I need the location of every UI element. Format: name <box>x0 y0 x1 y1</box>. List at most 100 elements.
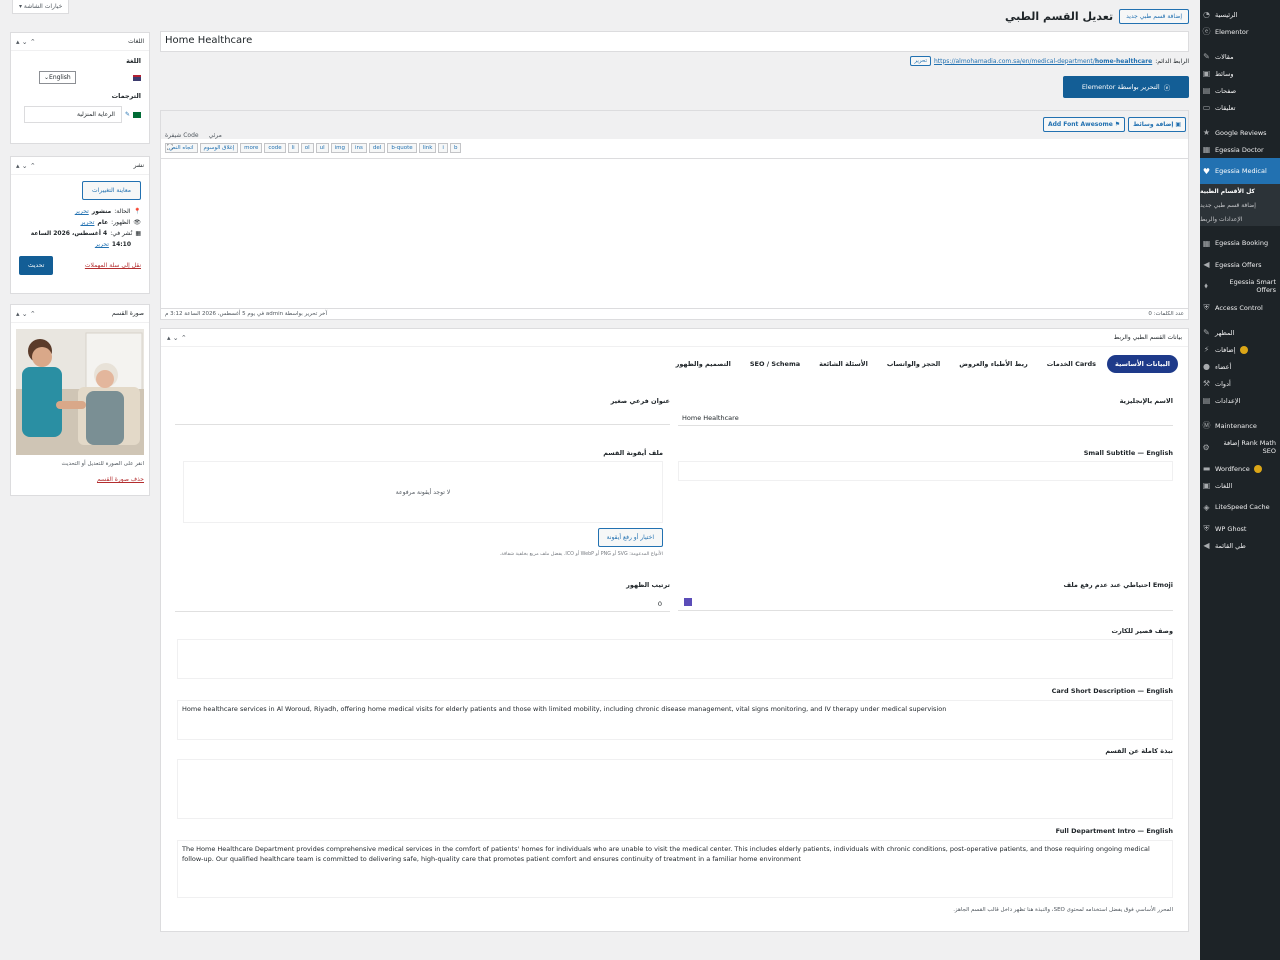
sidebar-item-litespeed[interactable]: LiteSpeed Cache ◈ <box>1200 494 1280 520</box>
quicktag-button[interactable]: li <box>287 143 299 153</box>
metabox-tab[interactable]: ربط الأطباء والعروض <box>951 355 1035 373</box>
quicktag-button[interactable]: more <box>240 143 263 153</box>
sidebar-item-label: Egessia Doctor <box>1215 145 1264 154</box>
sidebar-item-languages[interactable]: اللغات ▣ <box>1200 477 1280 494</box>
rankmath-icon: ⚙ <box>1202 442 1210 452</box>
icon-dropzone[interactable]: لا توجد أيقونة مرفوعة <box>183 461 663 523</box>
sidebar-item-ghost[interactable]: WP Ghost ⛨ <box>1200 520 1280 537</box>
sidebar-item-pin[interactable]: مقالات ✎ <box>1200 48 1280 65</box>
quicktag-button[interactable]: img <box>330 143 350 153</box>
update-button[interactable]: تحديث <box>19 256 54 275</box>
publish-panel: نشر ▴ ⌄ ⌃ معاينة التغييرات 📍 الحالة: منشور ت… <box>10 156 150 294</box>
sidebar-item-comments[interactable]: تعليقات ▭ <box>1200 99 1280 116</box>
sidebar-item-heart[interactable]: Egessia Medical ♥ <box>1200 158 1280 184</box>
sidebar-item-label: تعليقات <box>1215 103 1236 112</box>
sidebar-item-shield[interactable]: Access Control ⛨ <box>1200 299 1280 316</box>
visibility-edit-link[interactable]: تحرير <box>81 219 95 226</box>
sidebar-item-tools[interactable]: أدوات ⚒ <box>1200 375 1280 392</box>
metabox-arrows[interactable]: ▴ ⌄ ⌃ <box>167 334 187 342</box>
sidebar-item-maintenance[interactable]: Maintenance Ⓜ <box>1200 417 1280 434</box>
department-image[interactable] <box>16 329 144 455</box>
move-to-trash-link[interactable]: نقل إلى سلة المهملات <box>85 262 141 269</box>
image-arrows[interactable]: ▴ ⌄ ⌃ <box>16 310 36 318</box>
sidebar-item-pages[interactable]: صفحات ▤ <box>1200 82 1280 99</box>
emoji-input[interactable] <box>678 595 1173 611</box>
quicktag-button[interactable]: b-quote <box>387 143 417 153</box>
metabox-tab[interactable]: Cards الخدمات <box>1039 355 1104 373</box>
metabox-tab[interactable]: البيانات الأساسية <box>1107 355 1178 373</box>
language-select[interactable]: ⌄English <box>39 71 76 84</box>
metabox-tab[interactable]: التصميم والظهور <box>668 355 739 373</box>
sidebar-item-calendar[interactable]: Egessia Booking ▦ <box>1200 230 1280 256</box>
sidebar-item-dashboard[interactable]: الرئيسية ◔ <box>1200 6 1280 23</box>
permalink-link[interactable]: https://almohamadia.com.sa/en/medical-de… <box>934 58 1152 65</box>
submenu-settings[interactable]: الإعدادات والربط <box>1200 212 1280 226</box>
card-short-label: وصف قصير للكارت <box>1111 627 1173 635</box>
metabox-title: بيانات القسم الطبي والربط <box>1113 334 1182 341</box>
add-media-button[interactable]: ▣ إضافة وسائط <box>1128 117 1186 132</box>
sidebar-item-rankmath[interactable]: Rank Math إضافة SEO ⚙ <box>1200 434 1280 460</box>
elementor-icon: ⓔ <box>1202 27 1211 36</box>
editor-textarea[interactable] <box>161 158 1188 309</box>
edit-translation-icon[interactable]: ✎ <box>125 111 130 118</box>
sidebar-item-elementor[interactable]: Elementor ⓔ <box>1200 23 1280 40</box>
remove-image-link[interactable]: حذف صورة القسم <box>97 476 144 483</box>
flag-icon <box>133 74 141 81</box>
sidebar-item-wordfence[interactable]: Wordfence ▬ <box>1200 460 1280 477</box>
quicktag-button[interactable]: ul <box>315 143 329 153</box>
permalink-edit-button[interactable]: تحرير <box>910 56 931 66</box>
card-short-en-textarea[interactable]: Home healthcare services in Al Woroud, R… <box>177 700 1173 740</box>
pin-icon: ✎ <box>1203 52 1210 61</box>
quicktag-button[interactable]: i <box>438 143 448 153</box>
small-subtitle-input[interactable] <box>678 461 1173 481</box>
heart-icon: ♥ <box>1202 166 1211 176</box>
sidebar-item-brush[interactable]: المظهر ✎ <box>1200 324 1280 341</box>
quicktag-button[interactable]: del <box>368 143 386 153</box>
sidebar-item-users[interactable]: أعضاء ● <box>1200 358 1280 375</box>
fullscreen-icon[interactable]: ⛶ <box>167 143 173 153</box>
edit-with-elementor-button[interactable]: ⓔ التحرير بواسطة Elementor <box>1063 76 1189 98</box>
name-en-input[interactable]: Home Healthcare <box>678 411 1173 426</box>
submenu-add-department[interactable]: إضافة قسم طبي جديد <box>1200 198 1280 212</box>
name-en-label: الاسم بالإنجليزية <box>1119 397 1173 405</box>
translation-input[interactable]: الرعاية المنزلية <box>23 106 122 123</box>
sidebar-item-star[interactable]: Google Reviews ★ <box>1200 124 1280 141</box>
quicktag-button[interactable]: b <box>449 143 462 153</box>
sidebar-item-tag[interactable]: Egessia Smart Offers ⬧ <box>1200 273 1280 299</box>
published-edit-link[interactable]: تحرير <box>95 241 109 248</box>
sidebar-item-label: أعضاء <box>1215 362 1232 371</box>
quicktag-button[interactable]: ins <box>351 143 367 153</box>
post-title-input[interactable]: Home Healthcare <box>160 31 1189 52</box>
choose-icon-button[interactable]: اختيار أو رفع أيقونة <box>597 528 663 547</box>
metabox-tab[interactable]: الحجز والواتساب <box>879 355 948 373</box>
tab-code[interactable]: Code شيفرة <box>165 132 199 139</box>
sidebar-item-media[interactable]: وسائط ▣ <box>1200 65 1280 82</box>
add-font-awesome-button[interactable]: ⚑ Add Font Awesome <box>1042 117 1126 132</box>
full-intro-textarea[interactable] <box>177 759 1173 819</box>
screen-options-button[interactable]: خيارات الشاشة ▾ <box>12 0 70 14</box>
quicktag-button[interactable]: link <box>418 143 437 153</box>
tab-visual[interactable]: مرئي <box>209 132 222 139</box>
quicktag-button[interactable]: إغلاق الوسوم <box>199 143 239 153</box>
metabox-tab[interactable]: الأسئلة الشائعة <box>811 355 876 373</box>
sidebar-item-collapse[interactable]: طي القائمة ◀ <box>1200 537 1280 554</box>
short-title-input[interactable] <box>175 411 670 425</box>
shield-icon: ⛨ <box>1203 302 1210 312</box>
sidebar-item-settings[interactable]: الإعدادات ▤ <box>1200 392 1280 409</box>
published-value: 4 أغسطس، 2026 الساعة <box>30 230 108 237</box>
order-input[interactable]: 0 <box>175 597 670 612</box>
submenu-all-departments[interactable]: كل الأقسام الطبية <box>1200 184 1280 198</box>
status-edit-link[interactable]: تحرير <box>75 208 89 215</box>
preview-changes-button[interactable]: معاينة التغييرات <box>82 181 141 200</box>
languages-arrows[interactable]: ▴ ⌄ ⌃ <box>16 38 36 46</box>
quicktag-button[interactable]: code <box>264 143 286 153</box>
sidebar-item-plugin[interactable]: إضافات ⚡ <box>1200 341 1280 358</box>
full-intro-en-textarea[interactable]: The Home Healthcare Department provides … <box>177 840 1173 898</box>
quicktag-button[interactable]: ol <box>300 143 314 153</box>
publish-arrows[interactable]: ▴ ⌄ ⌃ <box>16 162 36 170</box>
add-new-department-button[interactable]: إضافة قسم طبي جديد <box>1119 9 1189 24</box>
sidebar-item-megaphone[interactable]: Egessia Offers ◀ <box>1200 256 1280 273</box>
card-short-textarea[interactable] <box>177 639 1173 679</box>
sidebar-item-doctor[interactable]: Egessia Doctor ▦ <box>1200 141 1280 158</box>
metabox-tab[interactable]: SEO / Schema <box>742 355 808 373</box>
